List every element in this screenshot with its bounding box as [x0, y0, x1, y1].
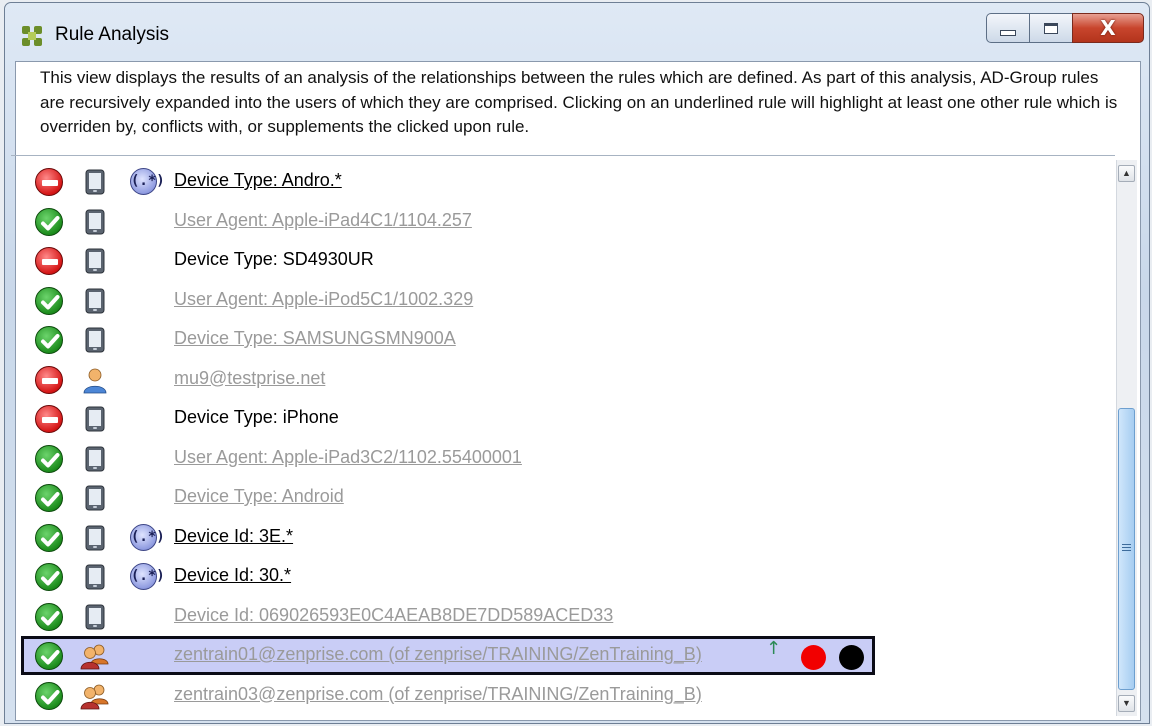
allow-check-icon [35, 602, 63, 631]
group-user-icon [80, 682, 109, 710]
allow-check-icon [35, 681, 63, 710]
rule-row[interactable]: mu9@testprise.net [11, 360, 1115, 399]
black-marker-dot [839, 645, 864, 670]
rule-row[interactable]: User Agent: Apple-iPad4C1/1104.257 [11, 202, 1115, 241]
device-icon [82, 524, 108, 552]
rule-row[interactable]: (.*) Device Type: Andro.* [11, 162, 1115, 201]
device-icon [82, 326, 108, 354]
scroll-grip-line [1122, 550, 1131, 551]
allow-check-icon [35, 523, 63, 552]
rule-label[interactable]: zentrain01@zenprise.com (of zenprise/TRA… [174, 644, 702, 665]
rule-row[interactable]: zentrain03@zenprise.com (of zenprise/TRA… [11, 676, 1115, 715]
rule-label[interactable]: Device Id: 069026593E0C4AEAB8DE7DD589ACE… [174, 605, 613, 626]
scroll-up-button[interactable]: ▲ [1118, 165, 1135, 182]
description-text: This view displays the results of an ana… [40, 68, 1118, 136]
deny-icon [35, 168, 63, 196]
allow-check-icon [35, 642, 63, 670]
rule-row[interactable]: (.*) Device Id: 3E.* [11, 518, 1115, 557]
scroll-grip-line [1122, 544, 1131, 545]
allow-check-icon [35, 207, 63, 236]
rule-label[interactable]: Device Id: 3E.* [174, 526, 293, 547]
scroll-thumb[interactable] [1118, 408, 1135, 690]
minimize-button[interactable] [986, 13, 1030, 43]
rule-label[interactable]: mu9@testprise.net [174, 368, 325, 389]
scroll-down-button[interactable]: ▼ [1118, 695, 1135, 712]
deny-icon [35, 365, 63, 394]
regex-icon: (.*) [130, 523, 165, 551]
maximize-button[interactable] [1029, 13, 1073, 43]
maximize-icon [1044, 22, 1058, 34]
rule-row[interactable]: Device Type: Android [11, 478, 1115, 517]
rule-label: Device Type: iPhone [174, 407, 339, 427]
rule-label: Device Type: SD4930UR [174, 249, 374, 269]
minimize-icon [1000, 30, 1016, 36]
allow-check-icon [35, 444, 63, 473]
deny-icon [35, 247, 63, 275]
rule-label[interactable]: Device Type: SAMSUNGSMN900A [174, 328, 456, 349]
rule-label[interactable]: User Agent: Apple-iPad3C2/1102.55400001 [174, 447, 522, 468]
allow-check-icon [35, 286, 63, 315]
allow-check-icon [35, 484, 63, 512]
rule-row[interactable]: (.*) Device Id: 30.* [11, 557, 1115, 596]
device-icon [82, 247, 108, 275]
scroll-grip-line [1122, 547, 1131, 548]
up-arrow-icon: ↑ [766, 638, 782, 659]
rule-label[interactable]: Device Type: Android [174, 486, 344, 507]
rule-label[interactable]: Device Type: Andro.* [174, 170, 342, 191]
app-icon [22, 26, 42, 46]
rule-row[interactable]: User Agent: Apple-iPod5C1/1002.329 [11, 281, 1115, 320]
allow-check-icon [35, 563, 63, 591]
device-icon [82, 168, 108, 196]
regex-icon: (.*) [130, 563, 165, 590]
device-icon [82, 484, 108, 512]
rule-label[interactable]: User Agent: Apple-iPad4C1/1104.257 [174, 210, 472, 231]
allow-check-icon [35, 326, 63, 354]
vertical-scrollbar[interactable]: ▲ ▼ [1116, 160, 1137, 716]
rule-list: (.*) Device Type: Andro.* User Agent: Appl… [11, 155, 1115, 718]
rule-label[interactable]: User Agent: Apple-iPod5C1/1002.329 [174, 289, 473, 310]
rule-row[interactable]: Device Id: 069026593E0C4AEAB8DE7DD589ACE… [11, 597, 1115, 636]
user-icon [82, 366, 108, 394]
red-marker-dot [801, 645, 826, 670]
rule-row[interactable]: zentrain01@zenprise.com (of zenprise/TRA… [21, 636, 875, 675]
rule-row[interactable]: User Agent: Apple-iPad3C2/1102.55400001 [11, 439, 1115, 478]
device-icon [82, 445, 108, 473]
rule-row[interactable]: Device Type: SD4930UR [11, 241, 1115, 280]
device-icon [82, 603, 108, 631]
window-title: Rule Analysis [55, 24, 170, 45]
rule-row[interactable]: Device Type: iPhone [11, 399, 1115, 438]
close-icon: X [1100, 16, 1116, 40]
device-icon [82, 287, 108, 315]
close-button[interactable]: X [1072, 13, 1144, 43]
device-icon [82, 563, 108, 591]
rule-label[interactable]: zentrain03@zenprise.com (of zenprise/TRA… [174, 684, 702, 705]
title-bar[interactable]: Rule Analysis X [5, 3, 1149, 61]
device-icon [82, 405, 108, 433]
device-icon [82, 208, 108, 236]
rule-label[interactable]: Device Id: 30.* [174, 565, 291, 586]
group-user-icon [80, 642, 109, 670]
regex-icon: (.*) [130, 168, 165, 195]
deny-icon [35, 405, 63, 433]
rule-row[interactable]: Device Type: SAMSUNGSMN900A [11, 320, 1115, 359]
